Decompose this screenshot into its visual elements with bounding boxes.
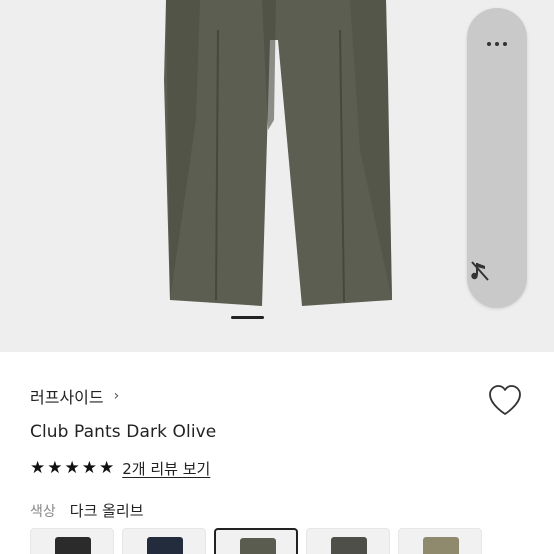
star-icon: ★ [47, 458, 63, 478]
heart-icon[interactable] [487, 383, 523, 417]
color-swatch-black[interactable] [30, 528, 114, 554]
swatch-pants-image [55, 537, 91, 554]
color-label: 색상 [30, 503, 56, 520]
gallery-pager-indicator [231, 316, 264, 319]
color-swatch-charcoal-olive[interactable] [306, 528, 390, 554]
floating-action-bar [467, 8, 527, 308]
rating-stars: ★ ★ ★ ★ ★ [30, 460, 116, 477]
color-swatch-khaki[interactable] [398, 528, 482, 554]
product-image-gallery[interactable] [0, 0, 554, 352]
swatch-pants-image [331, 537, 367, 554]
chevron-right-icon: › [113, 388, 120, 404]
color-row: 색상 다크 올리브 [30, 500, 144, 521]
product-info: 러프사이드 › Club Pants Dark Olive ★ ★ ★ ★ ★ … [0, 352, 554, 554]
star-icon: ★ [30, 458, 46, 478]
more-dots-icon [485, 42, 509, 46]
view-reviews-link[interactable]: 2개 리뷰 보기 [122, 458, 210, 479]
color-swatch-list [30, 528, 490, 554]
star-icon: ★ [64, 458, 80, 478]
rating-row: ★ ★ ★ ★ ★ 2개 리뷰 보기 [30, 458, 210, 479]
product-title: Club Pants Dark Olive [30, 422, 217, 442]
star-icon: ★ [99, 458, 115, 478]
brand-name: 러프사이드 [30, 388, 104, 407]
color-swatch-navy[interactable] [122, 528, 206, 554]
sound-off-icon [471, 261, 489, 281]
mute-button[interactable] [467, 258, 527, 298]
color-swatch-dark-olive[interactable] [214, 528, 298, 554]
star-icon: ★ [81, 458, 97, 478]
color-value: 다크 올리브 [69, 502, 144, 520]
swatch-pants-image [423, 537, 459, 554]
brand-link[interactable]: 러프사이드 › [30, 384, 119, 408]
more-button[interactable] [467, 24, 527, 64]
swatch-pants-image [240, 538, 276, 554]
swatch-pants-image [147, 537, 183, 554]
